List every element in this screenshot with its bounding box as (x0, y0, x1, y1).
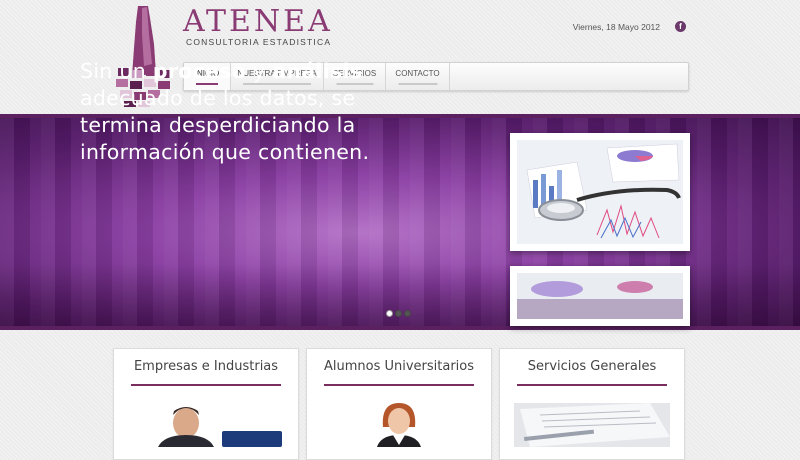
tagline-line: adecuado de los datos, se (80, 86, 356, 110)
card-title: Empresas e Industrias (133, 359, 279, 374)
slide-thumbnail-stethoscope[interactable] (510, 133, 690, 251)
tagline-part: y (246, 59, 273, 83)
card-divider (131, 384, 281, 386)
logo[interactable]: ATENEA CONSULTORIA ESTADISTICA (183, 4, 333, 48)
tagline-emphasis-proceso: proceso (152, 59, 247, 83)
logo-subtitle: CONSULTORIA ESTADISTICA (186, 37, 332, 47)
documents-photo (514, 403, 670, 447)
card-servicios-generales[interactable]: Servicios Generales (499, 348, 685, 460)
facebook-icon[interactable]: f (675, 21, 686, 32)
tagline-line: termina desperdiciando la (80, 113, 356, 137)
card-empresas-industrias[interactable]: Empresas e Industrias (113, 348, 299, 460)
card-title: Servicios Generales (527, 359, 657, 374)
chart-image (517, 273, 683, 319)
stethoscope-chart-image (517, 140, 683, 244)
slider-dot-1[interactable] (386, 310, 393, 317)
card-divider (517, 384, 667, 386)
student-photo (377, 403, 421, 447)
slider-dot-3[interactable] (404, 310, 411, 317)
tagline-emphasis-analisis: análisis (272, 59, 363, 83)
slide-thumbnail-second[interactable] (510, 266, 690, 326)
tagline-line: información que contienen. (80, 140, 370, 164)
businessman-photo (158, 407, 282, 447)
slider-dot-2[interactable] (395, 310, 402, 317)
date-label: Viernes, 18 Mayo 2012 (572, 22, 660, 32)
hero-tagline: Sin un proceso y análisis adecuado de lo… (80, 58, 410, 166)
card-divider (324, 384, 474, 386)
slider-pagination (386, 302, 413, 321)
logo-name: ATENEA (183, 4, 333, 39)
card-title: Alumnos Universitarios (323, 359, 475, 374)
tagline-part: Sin un (80, 59, 153, 83)
card-alumnos-universitarios[interactable]: Alumnos Universitarios (306, 348, 492, 460)
